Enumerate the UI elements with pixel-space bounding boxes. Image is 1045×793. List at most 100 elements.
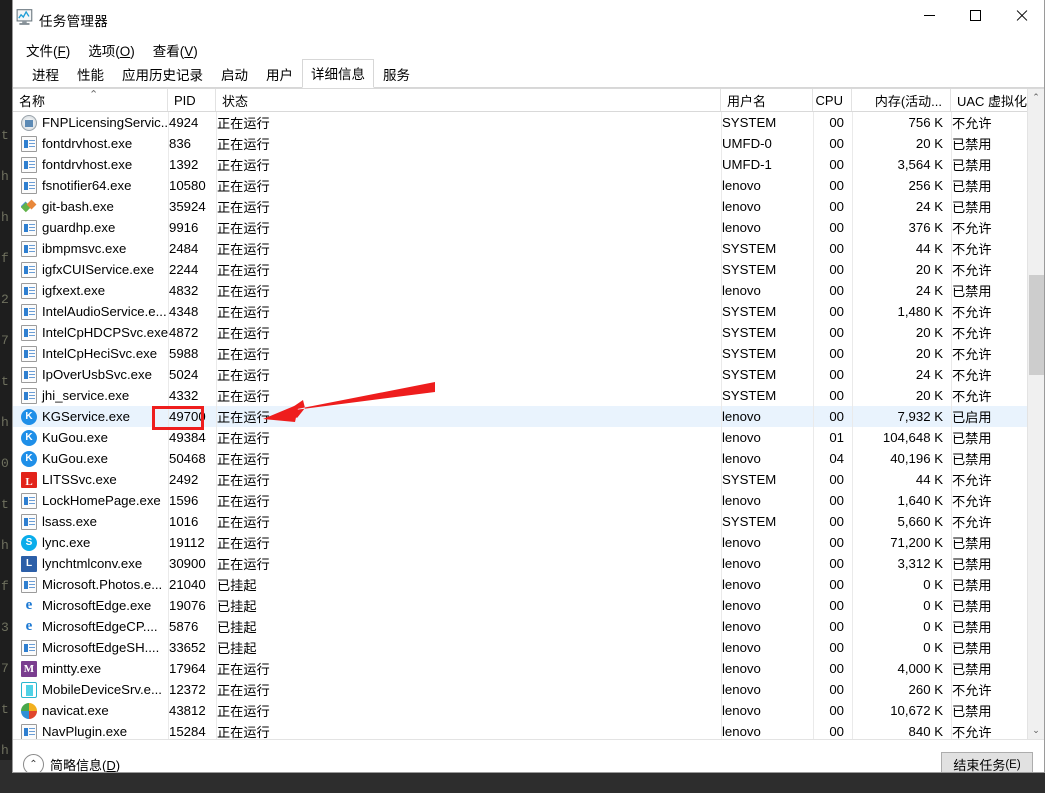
table-row[interactable]: IntelCpHeciSvc.exe 5988 正在运行 SYSTEM 00 20 K 不允… (13, 343, 1044, 364)
menu-item-hotkey: (O) (115, 43, 135, 59)
backdrop-fragment: t (1, 374, 9, 389)
cell-mem: 44 K (852, 469, 951, 490)
process-name: LockHomePage.exe (42, 493, 161, 508)
table-row[interactable]: lync.exe 19112正在运行lenovo0071,200 K已禁用 (13, 532, 1044, 553)
table-row[interactable]: IntelAudioService.e... 4348 正在运行 SYSTEM 00 1,… (13, 301, 1044, 322)
table-row[interactable]: IntelCpHDCPSvc.exe 4872 正在运行 SYSTEM 00 20 K 不允… (13, 322, 1044, 343)
cell-uac: 已禁用 (951, 595, 1029, 616)
table-row[interactable]: MobileDeviceSrv.e... 12372 正在运行 lenovo 00 260… (13, 679, 1044, 700)
process-name: fsnotifier64.exe (42, 178, 132, 193)
backdrop-fragment: h (1, 415, 9, 430)
table-row[interactable]: fontdrvhost.exe 1392 正在运行 UMFD-1 00 3,564 K 已禁… (13, 154, 1044, 175)
process-name: lync.exe (42, 535, 91, 550)
edge-icon (21, 597, 37, 614)
cell-mem: 24 K (852, 196, 951, 217)
table-row[interactable]: KGService.exe 49700正在运行lenovo007,932 K已启用 (13, 406, 1044, 427)
table-row[interactable]: IpOverUsbSvc.exe 5024 正在运行 SYSTEM 00 24 K 不允许 (13, 364, 1044, 385)
vertical-scrollbar[interactable]: ⌃ ⌄ (1027, 89, 1044, 739)
table-row[interactable]: navicat.exe 43812 正在运行 lenovo 00 10,672 K 已禁用 (13, 700, 1044, 721)
column-header-cpu[interactable]: CPU (813, 89, 852, 111)
tab-应用历史记录[interactable]: 应用历史记录 (113, 60, 212, 88)
menu-item-文件[interactable]: 文件(F) (17, 38, 79, 63)
scroll-up-button[interactable]: ⌃ (1028, 89, 1044, 106)
cell-pid: 4348 (168, 301, 216, 322)
cell-status: 正在运行 (216, 511, 721, 532)
end-task-button[interactable]: 结束任务 (E) (941, 752, 1033, 772)
cell-user: lenovo (721, 679, 813, 700)
cell-cpu: 00 (813, 196, 852, 217)
table-row[interactable]: MicrosoftEdgeSH.... 33652 已挂起 lenovo 00 0 K 已禁… (13, 637, 1044, 658)
tab-启动[interactable]: 启动 (212, 60, 257, 88)
tab-详细信息[interactable]: 详细信息 (302, 59, 374, 88)
column-header-user[interactable]: 用户名 (721, 89, 813, 111)
fewer-details-button[interactable]: ⌃ 简略信息(D) (23, 754, 120, 772)
cell-user: lenovo (721, 196, 813, 217)
cell-name: git-bash.exe (13, 196, 168, 217)
backdrop-fragment: h (1, 743, 9, 758)
table-row[interactable]: ibmpmsvc.exe 2484 正在运行 SYSTEM 00 44 K 不允许 (13, 238, 1044, 259)
table-row[interactable]: KuGou.exe 49384正在运行lenovo01104,648 K已禁用 (13, 427, 1044, 448)
tab-服务[interactable]: 服务 (374, 60, 419, 88)
column-header-pid[interactable]: PID (168, 89, 216, 111)
cell-uac: 已禁用 (951, 427, 1029, 448)
tab-进程[interactable]: 进程 (23, 60, 68, 88)
kugou-icon (21, 450, 37, 467)
cell-status: 已挂起 (216, 616, 721, 637)
process-name: KuGou.exe (42, 451, 108, 466)
cell-cpu: 00 (813, 385, 852, 406)
menu-item-选项[interactable]: 选项(O) (79, 38, 144, 63)
table-row[interactable]: MicrosoftEdgeCP.... 5876已挂起lenovo000 K已禁用 (13, 616, 1044, 637)
cell-cpu: 00 (813, 679, 852, 700)
cell-status: 正在运行 (216, 427, 721, 448)
menu-item-hotkey: (F) (53, 43, 71, 59)
column-header-mem[interactable]: 内存(活动... (852, 89, 951, 111)
table-row[interactable]: fsnotifier64.exe 10580 正在运行 lenovo 00 256 K 已禁… (13, 175, 1044, 196)
column-header-uac[interactable]: UAC 虚拟化 (951, 89, 1029, 111)
table-row[interactable]: lsass.exe 1016 正在运行 SYSTEM 00 5,660 K 不允许 (13, 511, 1044, 532)
tab-性能[interactable]: 性能 (68, 60, 113, 88)
table-row[interactable]: KuGou.exe 50468正在运行lenovo0440,196 K已禁用 (13, 448, 1044, 469)
table-row[interactable]: igfxCUIService.exe 2244 正在运行 SYSTEM 00 20 K 不允… (13, 259, 1044, 280)
cell-cpu: 00 (813, 280, 852, 301)
table-row[interactable]: FNPLicensingServic... 4924 正在运行 SYSTEM 00 756… (13, 112, 1044, 133)
generic-exe-icon (21, 576, 37, 593)
table-row[interactable]: mintty.exe 17964正在运行lenovo004,000 K已禁用 (13, 658, 1044, 679)
cell-mem: 1,640 K (852, 490, 951, 511)
table-row[interactable]: NavPlugin.exe 15284 正在运行 lenovo 00 840 K 不允许 (13, 721, 1044, 739)
table-row[interactable]: Microsoft.Photos.e... 21040 已挂起 lenovo 00 0 K… (13, 574, 1044, 595)
cell-status: 正在运行 (216, 700, 721, 721)
table-row[interactable]: LITSSvc.exe 2492正在运行SYSTEM0044 K不允许 (13, 469, 1044, 490)
table-row[interactable]: guardhp.exe 9916 正在运行 lenovo 00 376 K 不允许 (13, 217, 1044, 238)
cell-user: lenovo (721, 658, 813, 679)
cell-name: fontdrvhost.exe (13, 154, 168, 175)
cell-cpu: 00 (813, 469, 852, 490)
cell-user: lenovo (721, 490, 813, 511)
cell-uac: 已禁用 (951, 175, 1029, 196)
cell-name: LockHomePage.exe (13, 490, 168, 511)
cell-uac: 不允许 (951, 490, 1029, 511)
close-button[interactable] (998, 0, 1044, 31)
table-row[interactable]: MicrosoftEdge.exe 19076已挂起lenovo000 K已禁用 (13, 595, 1044, 616)
table-row[interactable]: lynchtmlconv.exe 30900正在运行lenovo003,312 K… (13, 553, 1044, 574)
column-header-name[interactable]: 名称 (13, 89, 168, 111)
table-row[interactable]: LockHomePage.exe 1596 正在运行 lenovo 00 1,640 K不… (13, 490, 1044, 511)
table-row[interactable]: jhi_service.exe 4332 正在运行 SYSTEM 00 20 K 不允许 (13, 385, 1044, 406)
scroll-down-button[interactable]: ⌄ (1028, 722, 1044, 739)
menu-item-查看[interactable]: 查看(V) (144, 38, 207, 63)
cell-pid: 836 (168, 133, 216, 154)
cell-status: 正在运行 (216, 238, 721, 259)
minimize-button[interactable] (906, 0, 952, 31)
cell-name: guardhp.exe (13, 217, 168, 238)
maximize-button[interactable] (952, 0, 998, 31)
table-row[interactable]: fontdrvhost.exe 836 正在运行 UMFD-0 00 20 K 已禁用 (13, 133, 1044, 154)
column-header-status[interactable]: 状态 (216, 89, 721, 111)
process-name: mintty.exe (42, 661, 102, 676)
table-row[interactable]: igfxext.exe 4832 正在运行 lenovo 00 24 K 已禁用 (13, 280, 1044, 301)
scrollbar-thumb[interactable] (1029, 275, 1044, 375)
process-name: KuGou.exe (42, 430, 108, 445)
table-row[interactable]: git-bash.exe 35924 正在运行 lenovo 00 24 K 已禁用 (13, 196, 1044, 217)
cell-status: 正在运行 (216, 259, 721, 280)
cell-user: SYSTEM (721, 112, 813, 133)
tab-用户[interactable]: 用户 (257, 60, 302, 88)
cell-uac: 不允许 (951, 469, 1029, 490)
